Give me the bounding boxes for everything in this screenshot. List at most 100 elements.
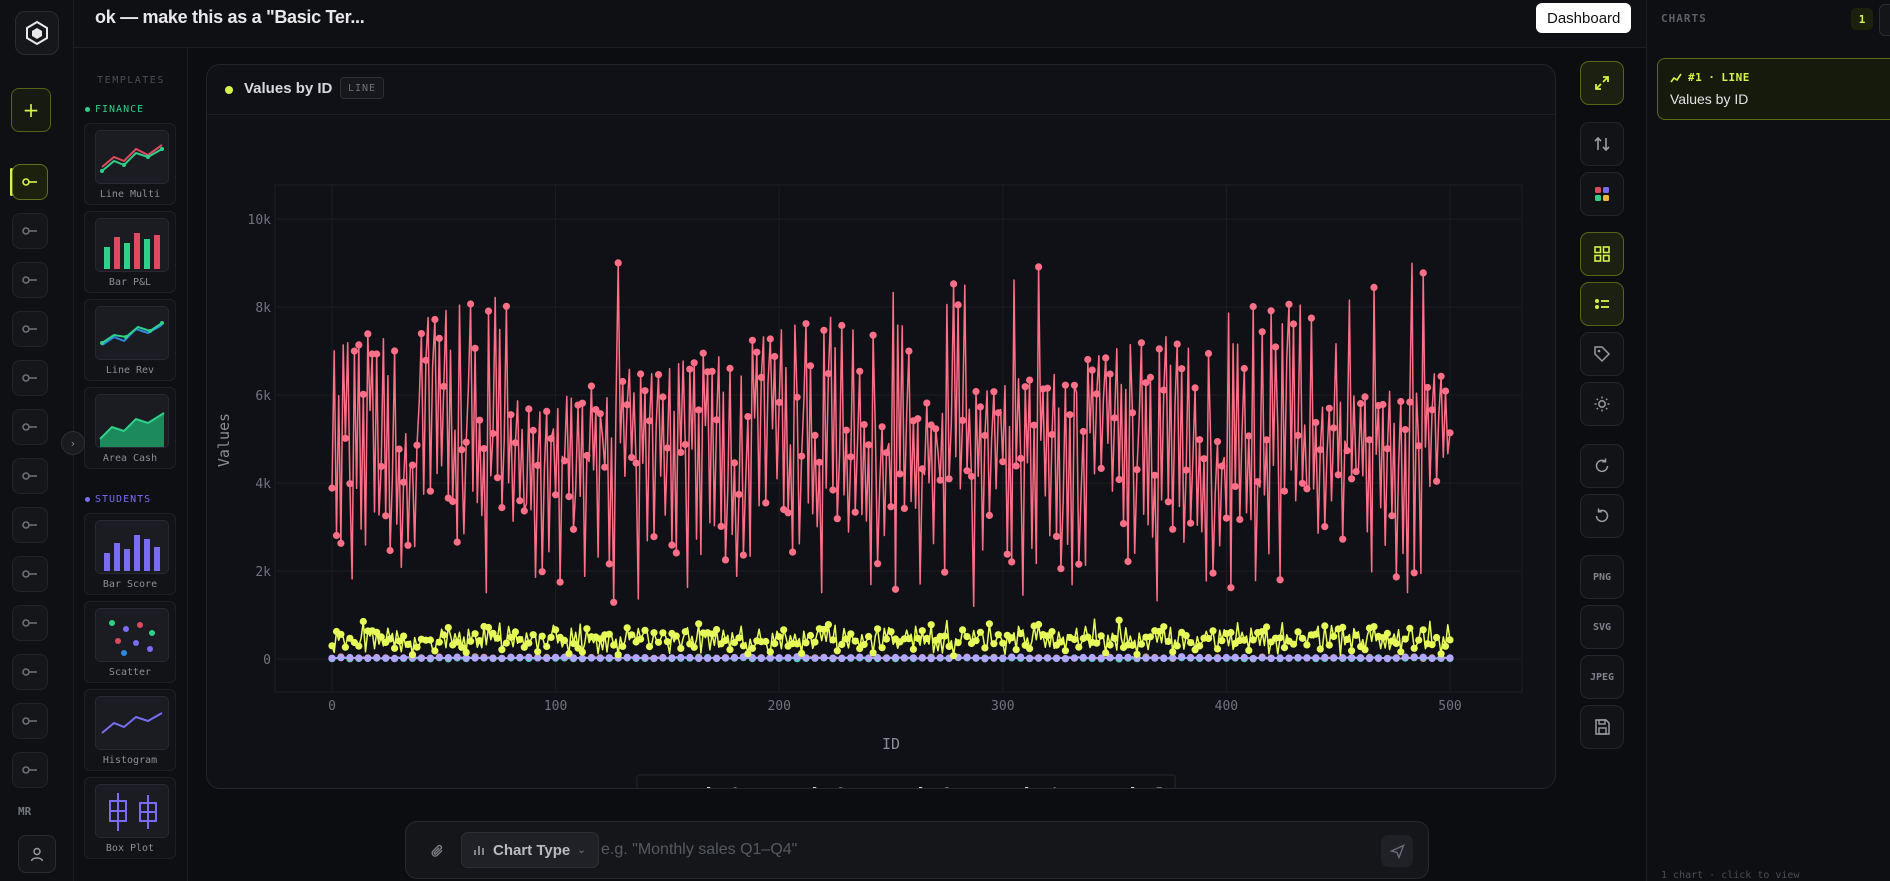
template-bar-pnl[interactable]: Bar P&L xyxy=(84,211,176,293)
new-chat-button[interactable]: + xyxy=(11,88,51,132)
data-point-value5 xyxy=(1169,525,1177,533)
data-point-value5 xyxy=(641,387,649,395)
data-point-value5 xyxy=(1088,366,1096,374)
data-point-value4 xyxy=(1410,653,1418,661)
data-point-value5 xyxy=(1061,381,1069,389)
session-button[interactable] xyxy=(12,311,48,347)
theme-toggle-button[interactable] xyxy=(1580,382,1624,426)
data-point-value5 xyxy=(346,480,354,488)
session-button[interactable] xyxy=(12,752,48,788)
expand-sidebar-chevron-icon[interactable]: › xyxy=(61,431,85,455)
app-logo-icon[interactable] xyxy=(15,11,59,55)
undo-button[interactable] xyxy=(1580,494,1624,538)
data-point-value5 xyxy=(1093,390,1101,398)
template-line-multi[interactable]: Line Multi xyxy=(84,123,176,205)
chart-list-item[interactable]: #1 · LINE Values by ID xyxy=(1657,58,1890,120)
chart-type-dropdown[interactable]: Chart Type ⌄ xyxy=(461,832,599,868)
rotate-ccw-icon xyxy=(1595,508,1609,523)
send-button[interactable] xyxy=(1381,835,1413,867)
dashboard-button[interactable]: Dashboard xyxy=(1536,3,1632,33)
data-point-value4 xyxy=(811,654,819,662)
labels-toggle-button[interactable] xyxy=(1580,332,1624,376)
x-tick-label: 200 xyxy=(767,699,790,714)
attach-button[interactable] xyxy=(426,840,448,862)
template-bar-score[interactable]: Bar Score xyxy=(84,513,176,595)
fullscreen-button[interactable] xyxy=(1580,61,1624,105)
export-png-button[interactable]: PNG xyxy=(1580,555,1624,599)
data-point-value5 xyxy=(1115,475,1123,484)
data-point-value4 xyxy=(1061,655,1069,663)
line-chart[interactable]: 0 100 200 300 400 500 0 2k 4k 6k 8k 10k ID Values valu… xyxy=(207,115,1556,789)
template-area-cash[interactable]: Area Cash xyxy=(84,387,176,469)
color-palette-button[interactable] xyxy=(1580,172,1624,216)
template-line-rev[interactable]: Line Rev xyxy=(84,299,176,381)
data-point-value4 xyxy=(1303,654,1311,662)
data-point-value4 xyxy=(480,654,488,662)
data-point-value5 xyxy=(1003,550,1011,558)
data-point-value5 xyxy=(328,484,336,492)
prompt-input[interactable] xyxy=(601,835,1381,865)
data-point-value4 xyxy=(516,653,524,662)
data-point-value5 xyxy=(355,341,363,349)
session-button[interactable] xyxy=(12,458,48,494)
session-button[interactable] xyxy=(12,164,48,200)
data-point-value5 xyxy=(1151,471,1159,479)
save-button[interactable] xyxy=(1580,705,1624,749)
data-point-value4 xyxy=(847,654,855,662)
grid-toggle-button[interactable] xyxy=(1580,232,1624,276)
data-point-value4 xyxy=(1017,653,1025,661)
export-svg-button[interactable]: SVG xyxy=(1580,605,1624,649)
swap-axes-button[interactable] xyxy=(1580,122,1624,166)
data-point-value5 xyxy=(1303,485,1311,493)
chart-card-header: Values by ID LINE xyxy=(207,65,1555,115)
session-button[interactable] xyxy=(12,409,48,445)
panel-menu-button[interactable] xyxy=(1879,4,1890,36)
data-point-value5 xyxy=(1227,584,1235,592)
template-box-plot[interactable]: Box Plot xyxy=(84,777,176,859)
session-button[interactable] xyxy=(12,507,48,543)
data-point-value5 xyxy=(802,320,810,328)
data-point-value5 xyxy=(1254,478,1262,486)
data-point-value1 xyxy=(391,644,399,652)
redo-button[interactable] xyxy=(1580,444,1624,488)
session-button[interactable] xyxy=(12,262,48,298)
data-point-value5 xyxy=(1280,487,1289,495)
data-point-value1 xyxy=(954,639,962,647)
data-point-value1 xyxy=(999,639,1007,647)
data-point-value5 xyxy=(847,453,855,461)
export-jpeg-button[interactable]: JPEG xyxy=(1580,655,1624,699)
template-label: Line Rev xyxy=(105,365,155,376)
data-point-value5 xyxy=(543,407,551,415)
session-button[interactable] xyxy=(12,360,48,396)
session-button[interactable] xyxy=(12,556,48,592)
data-point-value1 xyxy=(435,638,443,646)
session-button[interactable] xyxy=(12,654,48,690)
save-icon xyxy=(1595,719,1610,735)
session-button[interactable] xyxy=(12,605,48,641)
chart-type-badge: LINE xyxy=(340,77,385,99)
histogram-thumbnail xyxy=(95,696,169,750)
session-button[interactable] xyxy=(12,703,48,739)
data-point-value5 xyxy=(762,499,770,507)
data-point-value4 xyxy=(1249,654,1257,663)
legend-toggle-button[interactable] xyxy=(1580,282,1624,326)
data-point-value5 xyxy=(1026,376,1034,384)
data-point-value4 xyxy=(999,654,1007,662)
data-point-value5 xyxy=(686,365,694,373)
chart-card-title: Values by ID xyxy=(244,80,333,97)
data-point-value1 xyxy=(1204,634,1213,643)
template-scatter[interactable]: Scatter xyxy=(84,601,176,683)
user-profile-button[interactable] xyxy=(18,835,56,873)
data-point-value4 xyxy=(1330,654,1338,662)
data-point-value4 xyxy=(704,654,712,663)
data-point-value1 xyxy=(726,646,734,654)
data-point-value4 xyxy=(489,654,497,662)
data-point-value5 xyxy=(1052,532,1061,540)
template-histogram[interactable]: Histogram xyxy=(84,689,176,771)
data-point-value4 xyxy=(1258,654,1266,662)
session-button[interactable] xyxy=(12,213,48,249)
data-point-value5 xyxy=(851,508,859,516)
data-point-value1 xyxy=(766,648,774,656)
data-point-value4 xyxy=(1419,653,1427,661)
data-point-value5 xyxy=(1321,523,1329,531)
